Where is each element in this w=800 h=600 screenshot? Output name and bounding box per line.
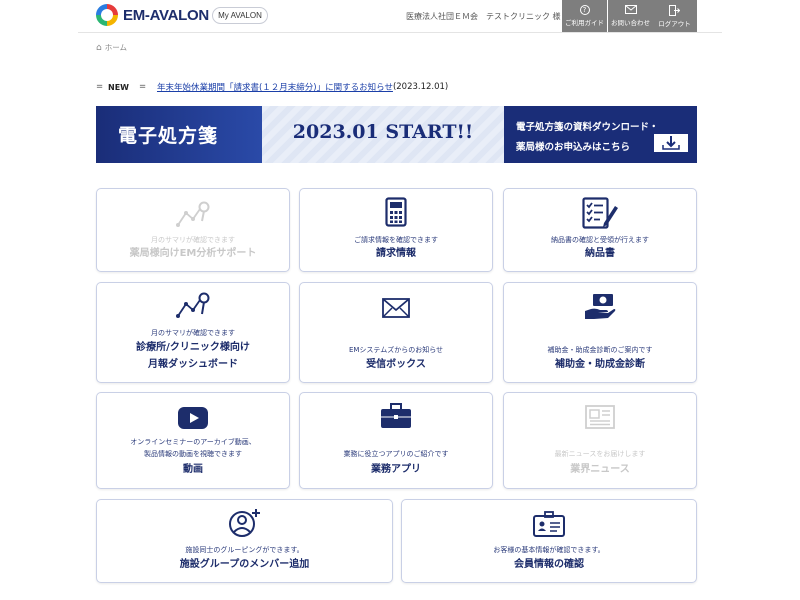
card-desc: お客様の基本情報が確認できます。	[493, 546, 605, 554]
news-date: (2023.12.01)	[392, 82, 449, 92]
card-videos[interactable]: オンラインセミナーのアーカイブ動画、 製品情報の動画を視聴できます 動画	[96, 392, 290, 489]
youtube-icon	[97, 407, 289, 429]
card-title: 動画	[183, 464, 203, 475]
card-delivery-note[interactable]: 納品書の確認と受領が行えます 納品書	[503, 188, 697, 272]
mail-icon	[624, 5, 637, 14]
banner-apply-text: 薬局様のお申込みはこちら	[516, 142, 631, 153]
card-desc: 施設同士のグルーピングができます。	[185, 546, 304, 554]
card-title: 業界ニュース	[570, 464, 630, 475]
header-divider	[78, 32, 722, 33]
card-desc: 月のサマリが確認できます	[151, 236, 235, 244]
news-tag: NEW	[108, 82, 129, 92]
breadcrumb: ⌂ ホーム	[96, 42, 127, 53]
news-bar: = NEW = 年末年始休業期間「請求書(１２月末締分)」に関するお知らせ (2…	[96, 81, 448, 93]
clinic-name: 医療法人社団ＥＭ会 テストクリニック 様	[406, 12, 561, 21]
logo[interactable]: EM-AVALON	[96, 4, 209, 26]
card-title: 施設グループのメンバー追加	[179, 559, 310, 570]
card-desc-line2: 製品情報の動画を視聴できます	[144, 450, 242, 458]
logout-label: ログアウト	[658, 19, 691, 28]
contact-button[interactable]: お問い合わせ	[608, 0, 653, 32]
card-title: 納品書	[585, 248, 615, 259]
logo-mark-icon	[96, 4, 118, 26]
money-hand-icon	[504, 293, 696, 321]
add-user-icon	[97, 508, 392, 538]
card-industry-news: 最新ニュースをお届けします 業界ニュース	[503, 392, 697, 489]
card-subsidy[interactable]: 補助金・助成金診断のご案内です 補助金・助成金診断	[503, 282, 697, 383]
news-link[interactable]: 年末年始休業期間「請求書(１２月末締分)」に関するお知らせ	[157, 81, 393, 93]
logout-icon	[669, 4, 680, 16]
contact-label: お問い合わせ	[611, 19, 650, 27]
envelope-icon	[300, 298, 492, 318]
briefcase-icon	[300, 403, 492, 429]
card-title: 会員情報の確認	[514, 559, 584, 570]
card-monthly-dashboard[interactable]: 月のサマリが確認できます 診療所/クリニック様向け 月報ダッシュボード	[96, 282, 290, 383]
card-desc: 補助金・助成金診断のご案内です	[547, 346, 653, 354]
card-desc: EMシステムズからのお知らせ	[348, 346, 444, 354]
id-card-icon	[402, 511, 696, 537]
card-desc: 最新ニュースをお届けします	[554, 450, 646, 458]
card-title: 受信ボックス	[366, 359, 426, 370]
card-title-line2: 月報ダッシュボード	[148, 359, 238, 370]
card-desc: 月のサマリが確認できます	[151, 329, 235, 337]
breadcrumb-home[interactable]: ホーム	[105, 42, 127, 53]
analytics-icon	[97, 201, 289, 227]
top-header: EM-AVALON My AVALON 医療法人社団ＥＭ会 テストクリニック 様…	[0, 0, 800, 33]
banner-left: 電子処方箋	[96, 106, 262, 163]
newspaper-icon	[504, 405, 696, 429]
banner-right: 電子処方箋の資料ダウンロード・ 薬局様のお申込みはこちら	[504, 106, 697, 163]
card-title: 業務アプリ	[371, 464, 421, 475]
card-desc: オンラインセミナーのアーカイブ動画、	[130, 438, 256, 446]
banner-title: 電子処方箋	[118, 125, 219, 147]
card-em-analysis: 月のサマリが確認できます 薬局様向けEM分析サポート	[96, 188, 290, 272]
help-circle-icon: ?	[579, 5, 590, 15]
guide-label: ご利用ガイド	[565, 19, 604, 27]
card-business-apps[interactable]: 業務に役立つアプリのご紹介です 業務アプリ	[299, 392, 493, 489]
calculator-icon	[300, 197, 492, 227]
checklist-icon	[504, 197, 696, 229]
card-desc: 業務に役立つアプリのご紹介です	[343, 450, 449, 458]
news-marker-left: =	[96, 82, 104, 92]
card-title: 補助金・助成金診断	[555, 359, 645, 370]
my-avalon-badge[interactable]: My AVALON	[212, 7, 268, 24]
logo-text: EM-AVALON	[123, 6, 209, 24]
banner-mid: 2023.01 START!!	[262, 106, 504, 163]
card-inbox[interactable]: EMシステムズからのお知らせ 受信ボックス	[299, 282, 493, 383]
analytics-icon	[97, 292, 289, 320]
download-icon	[654, 134, 688, 152]
card-title: 診療所/クリニック様向け	[136, 342, 250, 353]
banner-start-text: 2023.01 START!!	[292, 121, 474, 143]
card-facility-group[interactable]: 施設同士のグルーピングができます。 施設グループのメンバー追加	[96, 499, 393, 583]
card-desc: ご請求情報を確認できます	[354, 236, 438, 244]
card-title: 請求情報	[376, 248, 416, 259]
e-prescription-banner[interactable]: 電子処方箋 2023.01 START!! 電子処方箋の資料ダウンロード・ 薬局…	[96, 106, 697, 163]
news-marker-right: =	[138, 82, 147, 92]
logout-button[interactable]: ログアウト	[652, 0, 697, 32]
banner-download-text: 電子処方箋の資料ダウンロード・	[516, 122, 659, 133]
card-desc: 納品書の確認と受領が行えます	[551, 236, 649, 244]
card-title: 薬局様向けEM分析サポート	[129, 248, 257, 259]
home-icon: ⌂	[96, 42, 102, 53]
card-billing[interactable]: ご請求情報を確認できます 請求情報	[299, 188, 493, 272]
card-member-info[interactable]: お客様の基本情報が確認できます。 会員情報の確認	[401, 499, 697, 583]
guide-button[interactable]: ? ご利用ガイド	[562, 0, 607, 32]
